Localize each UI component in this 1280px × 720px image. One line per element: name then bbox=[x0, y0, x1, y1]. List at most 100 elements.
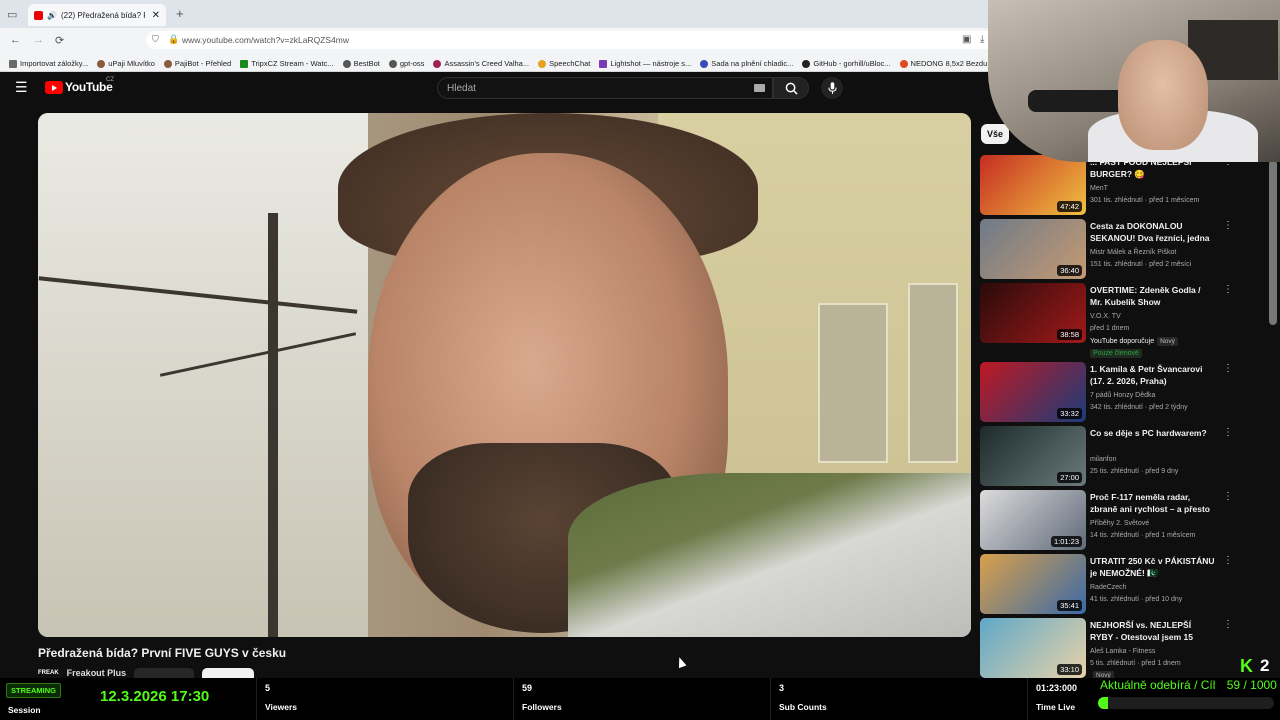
video-window bbox=[908, 283, 958, 463]
time-live-value: 01:23:000 bbox=[1036, 683, 1078, 693]
search-button[interactable] bbox=[773, 77, 809, 99]
video-duration: 1:01:23 bbox=[1050, 536, 1082, 547]
bookmark-item[interactable]: uPaji Mluvítko bbox=[97, 56, 155, 71]
recommendation-title[interactable]: OVERTIME: Zdeněk Godla / Mr. Kubelík Sho… bbox=[1090, 285, 1215, 308]
tab-close-icon[interactable]: ✕ bbox=[152, 10, 160, 21]
session-datetime: 12.3.2026 17:30 bbox=[100, 688, 210, 705]
video-thumbnail[interactable]: 36:40 bbox=[980, 219, 1086, 279]
more-options-icon[interactable]: ⋮ bbox=[1223, 363, 1233, 374]
video-thumbnail[interactable]: 33:32 bbox=[980, 362, 1086, 422]
screenshot-icon[interactable]: ▣ bbox=[962, 34, 971, 45]
video-title: Předražená bída? První FIVE GUYS v česku bbox=[38, 646, 287, 660]
recommendation-channel[interactable]: RadeCzech bbox=[1090, 584, 1127, 591]
bookmark-item[interactable]: Importovat záložky... bbox=[9, 56, 88, 71]
subs-value: 3 bbox=[779, 683, 785, 693]
channel-name[interactable]: Freakout Plus bbox=[67, 668, 127, 678]
recommendation-item[interactable]: 36:40 Cesta za DOKONALOU SEKANOU! Dva řez… bbox=[980, 219, 1250, 279]
video-thumbnail[interactable]: 27:00 bbox=[980, 426, 1086, 486]
recommendation-channel[interactable]: 7 pádů Honzy Dědka bbox=[1090, 392, 1155, 399]
recommendation-channel[interactable]: milanfon bbox=[1090, 456, 1116, 463]
bookmark-item[interactable]: BestBot bbox=[342, 56, 380, 71]
video-player[interactable] bbox=[38, 113, 971, 637]
filter-chip-all[interactable]: Vše bbox=[981, 124, 1009, 144]
subscribe-button[interactable] bbox=[202, 668, 255, 678]
youtube-play-icon bbox=[45, 81, 63, 94]
bookmark-item[interactable]: Lightshot — nástroje s... bbox=[599, 56, 691, 71]
recommendation-channel[interactable]: V.O.X. TV bbox=[1090, 313, 1121, 320]
recommendation-item[interactable]: 27:00 Co se děje s PC hardwarem? milanfon 2… bbox=[980, 426, 1250, 486]
lock-icon: 🔒 bbox=[168, 34, 180, 44]
recommendation-meta: 41 tis. zhlédnutí · před 10 dny bbox=[1090, 596, 1183, 603]
recommendation-meta: 342 tis. zhlédnutí · před 2 týdny bbox=[1090, 404, 1188, 411]
video-thumbnail[interactable]: 38:58 bbox=[980, 283, 1086, 343]
followers-label: Followers bbox=[522, 702, 562, 712]
forward-icon[interactable]: → bbox=[33, 34, 44, 46]
bookmark-item[interactable]: SpeechChat bbox=[538, 56, 590, 71]
search-input[interactable]: Hledat bbox=[437, 77, 773, 99]
recommendation-channel[interactable]: MenT bbox=[1090, 185, 1108, 192]
import-icon bbox=[9, 59, 17, 68]
bookmark-item[interactable]: Sada na plnění chladic... bbox=[700, 56, 793, 71]
more-options-icon[interactable]: ⋮ bbox=[1223, 491, 1233, 502]
time-live-label: Time Live bbox=[1036, 702, 1076, 712]
video-thumbnail[interactable]: 1:01:23 bbox=[980, 490, 1086, 550]
session-label: Session bbox=[8, 705, 41, 715]
video-duration: 36:40 bbox=[1057, 265, 1082, 276]
video-thumbnail[interactable]: 47:42 bbox=[980, 155, 1086, 215]
browser-tab[interactable]: 🔊 (22) Předražená bída? Prvn ✕ bbox=[28, 4, 166, 26]
video-thumbnail[interactable]: 35:41 bbox=[980, 554, 1086, 614]
goal-separator: / bbox=[1243, 678, 1247, 692]
goal-label: Aktuálně odebírá / Cíl 59 / 1000 bbox=[1100, 678, 1277, 692]
scrollbar-thumb[interactable] bbox=[1269, 160, 1277, 325]
more-options-icon[interactable]: ⋮ bbox=[1223, 555, 1233, 566]
more-options-icon[interactable]: ⋮ bbox=[1223, 284, 1233, 295]
recommendation-title[interactable]: Cesta za DOKONALOU SEKANOU! Dva řezníci,… bbox=[1090, 221, 1215, 245]
subs-label: Sub Counts bbox=[779, 702, 827, 712]
back-icon[interactable]: ← bbox=[10, 34, 21, 46]
recommendation-item[interactable]: 33:32 1. Kamila & Petr Švancarovi (17. 2.… bbox=[980, 362, 1250, 422]
stream-stats-bar: STREAMING Session 12.3.2026 17:30 5 View… bbox=[0, 678, 1280, 720]
divider bbox=[256, 678, 257, 720]
recommendation-title[interactable]: Proč F-117 neměla radar, zbraně ani rych… bbox=[1090, 492, 1215, 516]
more-options-icon[interactable]: ⋮ bbox=[1223, 220, 1233, 231]
recommendation-item[interactable]: 38:58 OVERTIME: Zdeněk Godla / Mr. Kubelí… bbox=[980, 283, 1250, 358]
recommendation-title[interactable]: 1. Kamila & Petr Švancarovi (17. 2. 2026… bbox=[1090, 364, 1215, 387]
bookmark-item[interactable]: PajiBot - Přehled bbox=[163, 56, 231, 71]
bookmark-item[interactable]: Assassin's Creed Valha... bbox=[433, 56, 529, 71]
bookmark-item[interactable]: gpt-oss bbox=[388, 56, 424, 71]
recommendation-meta: 14 tis. zhlédnutí · před 1 měsícem bbox=[1090, 532, 1196, 539]
bookmark-item[interactable]: NEDONG 8,5x2 Bezdu... bbox=[899, 56, 994, 71]
keyboard-icon[interactable] bbox=[754, 84, 765, 92]
recommendation-item[interactable]: 35:41 UTRATIT 250 Kč v PÁKISTÁNU je NEMOŽ… bbox=[980, 554, 1250, 614]
recommendation-channel[interactable]: Aleš Lamka - Fitness bbox=[1090, 648, 1155, 655]
join-button[interactable] bbox=[134, 668, 195, 678]
recommendation-channel[interactable]: Příběhy 2. Světové bbox=[1090, 520, 1149, 527]
video-window bbox=[818, 303, 888, 463]
feather-icon bbox=[599, 59, 608, 68]
tab-list-icon[interactable]: ▭ bbox=[7, 8, 17, 21]
video-thumbnail[interactable]: 33:10 bbox=[980, 618, 1086, 678]
bookmark-item[interactable]: TripxCZ Stream - Watc... bbox=[240, 56, 334, 71]
menu-icon[interactable]: ☰ bbox=[15, 79, 28, 96]
more-options-icon[interactable]: ⋮ bbox=[1223, 619, 1233, 630]
address-bar[interactable]: ⛉ 🔒 www.youtube.com/watch?v=zkLaRQZS4mw bbox=[146, 31, 996, 49]
recommendation-item[interactable]: 33:10 NEJHORŠÍ vs. NEJLEPŠÍ RYBY - Otesto… bbox=[980, 618, 1250, 680]
bookmark-item[interactable]: GitHub - gorhill/uBloc... bbox=[802, 56, 891, 71]
recommendation-title[interactable]: UTRATIT 250 Kč v PÁKISTÁNU je NEMOŽNÉ! 🇵… bbox=[1090, 556, 1215, 580]
new-badge: Nový bbox=[1157, 337, 1178, 346]
recommendation-item[interactable]: 1:01:23 Proč F-117 neměla radar, zbraně a… bbox=[980, 490, 1250, 550]
more-options-icon[interactable]: ⋮ bbox=[1223, 427, 1233, 438]
recommended-by: YouTube doporučuje Nový bbox=[1090, 337, 1178, 346]
streaming-badge: STREAMING bbox=[6, 683, 61, 698]
video-duration: 27:00 bbox=[1057, 472, 1082, 483]
recommendation-title[interactable]: Co se děje s PC hardwarem? bbox=[1090, 428, 1215, 440]
download-icon[interactable]: ⤓ bbox=[980, 34, 984, 45]
recommendation-item[interactable]: 47:42... FAST FOOD NEJLEPŠÍ BURGER? 😋 Men… bbox=[980, 155, 1250, 215]
channel-avatar[interactable]: FREAK bbox=[38, 670, 59, 676]
voice-search-button[interactable] bbox=[821, 77, 843, 99]
youtube-header: ☰ YouTube CZ Hledat bbox=[0, 72, 985, 104]
new-tab-icon[interactable]: + bbox=[176, 6, 184, 21]
recommendation-channel[interactable]: Mistr Málek a Řezník Piškot bbox=[1090, 249, 1176, 256]
reload-icon[interactable]: ⟳ bbox=[55, 34, 64, 47]
recommendation-title[interactable]: NEJHORŠÍ vs. NEJLEPŠÍ RYBY - Otestoval j… bbox=[1090, 620, 1215, 644]
